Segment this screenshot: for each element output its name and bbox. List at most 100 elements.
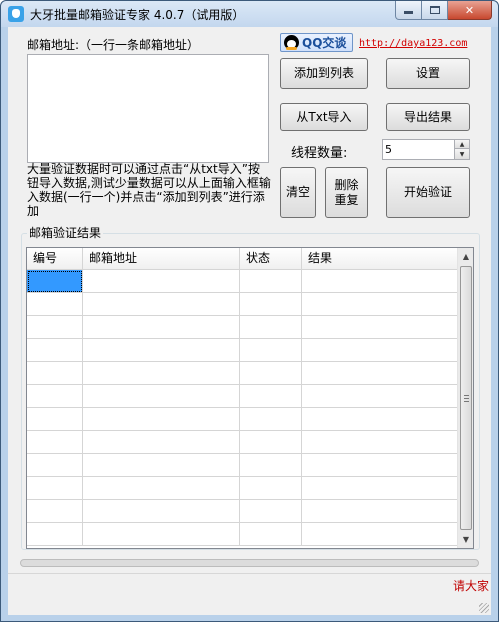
table-cell[interactable] — [302, 500, 458, 523]
table-cell[interactable] — [27, 270, 83, 293]
table-cell[interactable] — [83, 477, 240, 500]
resize-grip-icon[interactable] — [479, 603, 489, 613]
table-cell[interactable] — [240, 431, 302, 454]
table-cell[interactable] — [83, 385, 240, 408]
qq-chat-button[interactable]: QQ交谈 — [280, 33, 353, 52]
table-cell[interactable] — [240, 477, 302, 500]
import-txt-button[interactable]: 从Txt导入 — [280, 103, 368, 131]
table-row[interactable] — [27, 500, 458, 523]
table-cell[interactable] — [302, 523, 458, 546]
grip-line — [464, 401, 469, 402]
close-button[interactable]: ✕ — [448, 1, 492, 20]
table-cell[interactable] — [302, 339, 458, 362]
scroll-thumb[interactable] — [460, 266, 472, 530]
results-grid[interactable]: 编号 邮箱地址 状态 结果 ▲ ▼ — [26, 247, 474, 549]
client-area: 邮箱地址:（一行一条邮箱地址） QQ交谈 http://daya123.com … — [8, 27, 491, 615]
table-cell[interactable] — [302, 316, 458, 339]
export-results-button[interactable]: 导出结果 — [386, 103, 470, 131]
window-title: 大牙批量邮箱验证专家 4.0.7（试用版） — [30, 8, 245, 22]
website-link[interactable]: http://daya123.com — [359, 38, 467, 49]
table-cell[interactable] — [302, 477, 458, 500]
table-row[interactable] — [27, 385, 458, 408]
table-cell[interactable] — [83, 454, 240, 477]
table-cell[interactable] — [302, 454, 458, 477]
table-row[interactable] — [27, 408, 458, 431]
table-cell[interactable] — [240, 293, 302, 316]
table-cell[interactable] — [83, 408, 240, 431]
status-bar-text: 请大家 — [452, 579, 489, 593]
table-cell[interactable] — [83, 293, 240, 316]
table-cell[interactable] — [302, 431, 458, 454]
table-cell[interactable] — [27, 431, 83, 454]
thread-count-stepper[interactable]: ▲ ▼ — [382, 139, 470, 160]
qq-penguin-icon — [284, 35, 299, 50]
add-to-list-button[interactable]: 添加到列表 — [280, 58, 368, 89]
table-cell[interactable] — [240, 408, 302, 431]
maximize-button[interactable] — [422, 1, 448, 20]
start-verify-button[interactable]: 开始验证 — [386, 167, 470, 218]
table-cell[interactable] — [27, 362, 83, 385]
table-cell[interactable] — [83, 500, 240, 523]
column-header-status[interactable]: 状态 — [240, 248, 302, 270]
thread-count-input[interactable] — [385, 142, 453, 157]
table-cell[interactable] — [240, 339, 302, 362]
column-header-email[interactable]: 邮箱地址 — [83, 248, 240, 270]
column-header-result[interactable]: 结果 — [302, 248, 458, 270]
table-row[interactable] — [27, 431, 458, 454]
table-cell[interactable] — [240, 270, 302, 293]
table-row[interactable] — [27, 477, 458, 500]
table-cell[interactable] — [83, 431, 240, 454]
table-cell[interactable] — [302, 385, 458, 408]
table-row[interactable] — [27, 523, 458, 546]
table-cell[interactable] — [302, 270, 458, 293]
table-row[interactable] — [27, 362, 458, 385]
settings-button[interactable]: 设置 — [386, 58, 470, 89]
stepper-down-icon[interactable]: ▼ — [454, 149, 469, 159]
window-controls: ✕ — [395, 1, 492, 21]
table-cell[interactable] — [302, 362, 458, 385]
table-cell[interactable] — [240, 385, 302, 408]
progress-bar — [20, 559, 479, 567]
table-cell[interactable] — [27, 477, 83, 500]
table-cell[interactable] — [83, 523, 240, 546]
table-cell[interactable] — [27, 500, 83, 523]
results-vertical-scrollbar[interactable]: ▲ ▼ — [457, 248, 473, 548]
stepper-up-icon[interactable]: ▲ — [454, 140, 469, 149]
table-cell[interactable] — [27, 293, 83, 316]
table-cell[interactable] — [240, 454, 302, 477]
usage-hint-text: 大量验证数据时可以通过点击“从txt导入”按钮导入数据,测试少量数据可以从上面输… — [27, 162, 271, 218]
grip-line — [464, 398, 469, 399]
email-input-label: 邮箱地址:（一行一条邮箱地址） — [27, 38, 200, 52]
remove-duplicates-button[interactable]: 删除 重复 — [325, 167, 368, 218]
table-cell[interactable] — [27, 454, 83, 477]
title-bar[interactable]: 大牙批量邮箱验证专家 4.0.7（试用版） ✕ — [1, 1, 498, 27]
table-cell[interactable] — [240, 500, 302, 523]
table-cell[interactable] — [240, 362, 302, 385]
scroll-down-icon[interactable]: ▼ — [458, 531, 473, 548]
table-cell[interactable] — [27, 339, 83, 362]
table-row[interactable] — [27, 454, 458, 477]
column-header-index[interactable]: 编号 — [27, 248, 83, 270]
table-cell[interactable] — [83, 270, 240, 293]
close-icon: ✕ — [464, 3, 475, 17]
table-cell[interactable] — [27, 408, 83, 431]
table-cell[interactable] — [27, 316, 83, 339]
thread-count-label: 线程数量: — [291, 146, 348, 161]
table-cell[interactable] — [302, 293, 458, 316]
table-row[interactable] — [27, 339, 458, 362]
table-cell[interactable] — [240, 316, 302, 339]
table-cell[interactable] — [83, 316, 240, 339]
table-cell[interactable] — [27, 523, 83, 546]
email-input-textarea[interactable] — [27, 54, 269, 163]
table-row[interactable] — [27, 270, 458, 293]
table-row[interactable] — [27, 316, 458, 339]
table-cell[interactable] — [83, 362, 240, 385]
table-row[interactable] — [27, 293, 458, 316]
table-cell[interactable] — [240, 523, 302, 546]
scroll-up-icon[interactable]: ▲ — [458, 248, 473, 265]
table-cell[interactable] — [83, 339, 240, 362]
clear-button[interactable]: 清空 — [280, 167, 316, 218]
minimize-button[interactable] — [395, 1, 422, 20]
table-cell[interactable] — [302, 408, 458, 431]
table-cell[interactable] — [27, 385, 83, 408]
